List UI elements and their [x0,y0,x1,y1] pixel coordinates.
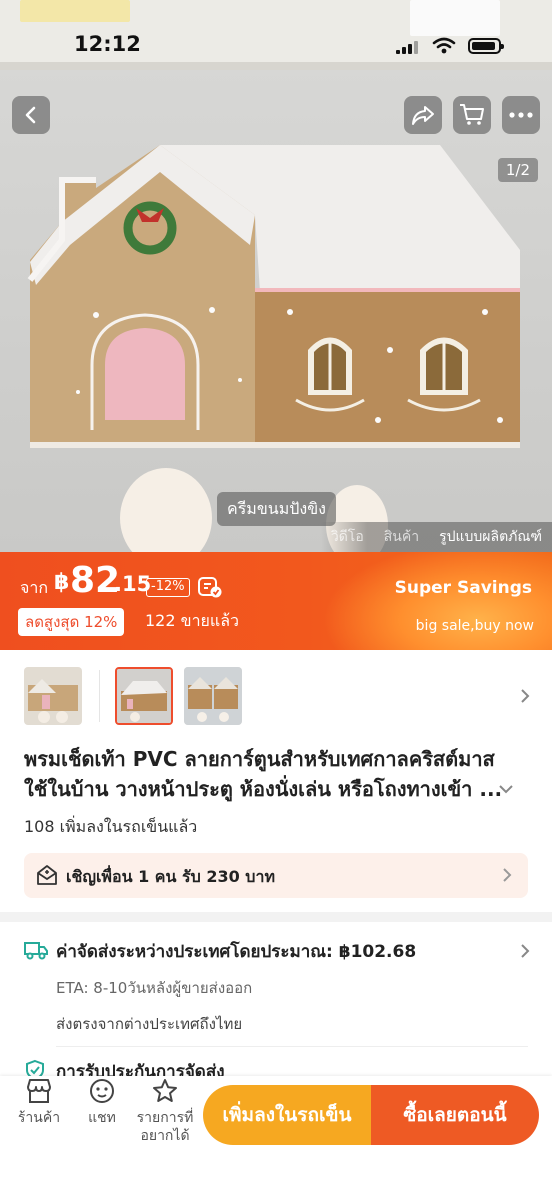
more-options-button[interactable] [502,96,540,134]
cart-icon [460,104,484,125]
promo-burst-graphic [322,552,552,650]
variant-thumbnails [0,650,552,746]
cart-button[interactable] [453,96,491,134]
invite-friend-banner[interactable]: เชิญเพื่อน 1 คน รับ 230 บาท [24,853,528,898]
battery-icon [468,38,504,54]
more-dots-icon [509,112,533,118]
bottom-action-bar: ร้านค้า แชท รายการที่ อยากได้ เพิ่มลงในร… [0,1076,552,1200]
chevron-down-icon[interactable] [498,784,514,794]
shipping-origin: ส่งตรงจากต่างประเทศถึงไทย [56,1015,243,1033]
thumbnail-image-3[interactable] [184,667,242,725]
tab-video[interactable]: วิดีโอ [331,526,364,548]
currency-symbol: ฿ [54,570,70,595]
chevron-left-icon [25,106,36,124]
product-photo-gingerbread-house-rug [27,145,520,448]
shipping-eta: ETA: 8-10วันหลังผู้ขายส่งออก [56,979,253,997]
added-to-cart-count: 108 เพิ่มลงในรถเข็นแล้ว [24,817,198,836]
tab-product[interactable]: สินค้า [384,526,419,548]
chevron-right-icon[interactable] [520,688,530,704]
image-counter: 1/2 [497,158,538,182]
divider [56,1046,528,1047]
share-button[interactable] [404,96,442,134]
back-button[interactable] [12,96,50,134]
coin-rebate-icon [198,577,222,598]
buy-now-button[interactable]: ซื้อเลยตอนนี้ [371,1085,539,1145]
product-image-carousel[interactable]: 12:12 1/2 ครีมขนมปังขิง วิดีโอ สินค้า รู… [0,0,552,552]
shop-label: ร้านค้า [17,1110,61,1126]
sold-count: 122 ขายแล้ว [145,611,240,630]
store-icon [27,1079,51,1103]
star-icon [153,1079,177,1102]
media-tabs: วิดีโอ สินค้า รูปแบบผลิตภัณฑ์ [320,522,552,552]
tab-product-variants[interactable]: รูปแบบผลิตภัณฑ์ [439,526,542,548]
wishlist-label-line1: รายการที่ [136,1110,194,1126]
wifi-icon [432,37,456,54]
section-separator [0,912,552,922]
chat-label: แชท [88,1110,116,1126]
discount-badge: -12% [146,578,190,597]
envelope-gift-icon [37,865,57,885]
wishlist-label-line2: อยากได้ [140,1128,190,1144]
thumbnail-divider [99,670,100,722]
variant-chip[interactable]: ครีมขนมปังขิง [217,492,336,526]
promo-subtitle: big sale,buy now [415,618,534,634]
product-title: พรมเช็ดเท้า PVC ลายการ์ตูนสำหรับเทศกาลคร… [24,747,503,801]
share-icon [412,106,434,125]
add-to-cart-button[interactable]: เพิ่มลงในรถเข็น [203,1085,371,1145]
shop-button[interactable]: ร้านค้า [16,1077,62,1127]
shipping-fee-title[interactable]: ค่าจัดส่งระหว่างประเทศโดยประมาณ: ฿102.68 [56,938,416,965]
wishlist-button[interactable]: รายการที่ อยากได้ [134,1077,196,1145]
price-integer: 82 [70,560,121,601]
chat-face-icon [90,1079,114,1103]
status-time: 12:12 [74,32,141,56]
chevron-right-icon [503,868,512,882]
cellular-signal-icon [396,40,422,54]
status-bar: 12:12 [0,30,552,60]
max-discount-badge: ลดสูงสุด 12% [18,608,125,636]
invite-text: เชิญเพื่อน 1 คน รับ 230 บาท [66,867,275,886]
truck-icon [24,942,48,960]
thumbnail-image-1[interactable] [24,667,82,725]
chevron-right-icon[interactable] [520,943,530,959]
thumbnail-image-2-selected[interactable] [115,667,173,725]
chat-button[interactable]: แชท [84,1077,120,1127]
promo-title: Super Savings [394,578,532,598]
price-from-label: จาก [20,578,49,597]
